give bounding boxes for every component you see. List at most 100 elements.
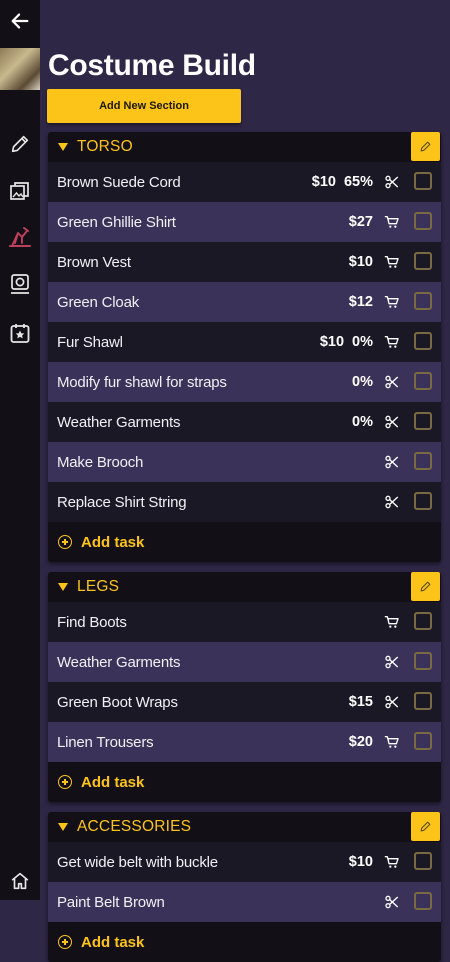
task-checkbox[interactable] — [414, 372, 432, 390]
sewing-machine-icon — [9, 227, 31, 247]
task-row[interactable]: Get wide belt with buckle $10 — [48, 842, 441, 882]
section-accessories: ACCESSORIES Get wide belt with buckle $10… — [48, 812, 441, 962]
task-name: Get wide belt with buckle — [57, 853, 218, 871]
task-checkbox[interactable] — [414, 332, 432, 350]
task-checkbox[interactable] — [414, 852, 432, 870]
nav-rail — [0, 0, 40, 900]
page-title: Costume Build — [48, 49, 256, 82]
task-row[interactable]: Replace Shirt String — [48, 482, 441, 522]
task-checkbox[interactable] — [414, 172, 432, 190]
task-checkbox[interactable] — [414, 252, 432, 270]
task-row[interactable]: Green Ghillie Shirt $27 — [48, 202, 441, 242]
scissors-icon[interactable] — [383, 693, 401, 711]
task-name: Green Ghillie Shirt — [57, 213, 176, 231]
task-price: $10 — [348, 254, 373, 270]
task-list: Brown Suede Cord $10 65% Green Ghillie Shir… — [48, 162, 441, 522]
task-name: Paint Belt Brown — [57, 893, 165, 911]
task-checkbox[interactable] — [414, 412, 432, 430]
nav-item-sewing[interactable] — [0, 219, 40, 255]
add-circle-icon — [58, 535, 72, 549]
scissors-icon[interactable] — [383, 173, 401, 191]
scissors-icon[interactable] — [383, 893, 401, 911]
task-price: $10 — [319, 334, 345, 350]
task-row[interactable]: Paint Belt Brown — [48, 882, 441, 922]
task-row[interactable]: Modify fur shawl for straps 0% — [48, 362, 441, 402]
scissors-icon[interactable] — [383, 493, 401, 511]
cart-icon[interactable] — [383, 253, 401, 271]
task-row[interactable]: Weather Garments — [48, 642, 441, 682]
scissors-icon[interactable] — [383, 373, 401, 391]
task-price: $12 — [348, 294, 373, 310]
edit-section-button[interactable] — [411, 572, 440, 601]
scissors-icon[interactable] — [383, 453, 401, 471]
task-row[interactable]: Brown Suede Cord $10 65% — [48, 162, 441, 202]
task-checkbox[interactable] — [414, 452, 432, 470]
task-row[interactable]: Brown Vest $10 — [48, 242, 441, 282]
cart-icon[interactable] — [383, 853, 401, 871]
add-task-button[interactable]: Add task — [48, 762, 441, 802]
task-values: $12 — [349, 282, 373, 322]
task-checkbox[interactable] — [414, 612, 432, 630]
task-list: Find Boots Weather Garments Green Boot Wra… — [48, 602, 441, 762]
reference-images-icon — [10, 182, 29, 200]
nav-item-photos[interactable] — [0, 266, 40, 302]
add-task-button[interactable]: Add task — [48, 922, 441, 962]
task-row[interactable]: Linen Trousers $20 — [48, 722, 441, 762]
back-arrow-icon — [11, 13, 29, 29]
nav-item-references[interactable] — [0, 173, 40, 209]
task-checkbox[interactable] — [414, 732, 432, 750]
task-name: Fur Shawl — [57, 333, 123, 351]
cart-icon[interactable] — [383, 333, 401, 351]
task-price: $27 — [348, 214, 373, 230]
task-name: Green Boot Wraps — [57, 693, 178, 711]
cart-icon[interactable] — [383, 213, 401, 231]
nav-item-events[interactable] — [0, 315, 40, 351]
task-list: Get wide belt with buckle $10 Paint Belt B… — [48, 842, 441, 922]
scissors-icon[interactable] — [383, 653, 401, 671]
cart-icon[interactable] — [383, 293, 401, 311]
task-progress: 65% — [343, 174, 373, 190]
add-task-label: Add task — [81, 533, 145, 551]
task-checkbox[interactable] — [414, 212, 432, 230]
section-title: TORSO — [77, 138, 133, 155]
task-price: $15 — [348, 694, 373, 710]
task-name: Make Brooch — [57, 453, 144, 471]
section-header[interactable]: ACCESSORIES — [48, 812, 441, 842]
add-circle-icon — [58, 935, 72, 949]
avatar[interactable] — [0, 48, 40, 90]
cart-icon[interactable] — [383, 733, 401, 751]
cart-icon[interactable] — [383, 613, 401, 631]
task-checkbox[interactable] — [414, 692, 432, 710]
task-checkbox[interactable] — [414, 492, 432, 510]
task-name: Weather Garments — [57, 413, 181, 431]
task-progress: 0% — [352, 374, 373, 390]
task-row[interactable]: Green Boot Wraps $15 — [48, 682, 441, 722]
task-values: $10 — [349, 842, 373, 882]
task-row[interactable]: Fur Shawl $10 0% — [48, 322, 441, 362]
collapse-caret-icon[interactable] — [58, 143, 68, 151]
task-row[interactable]: Make Brooch — [48, 442, 441, 482]
task-row[interactable]: Find Boots — [48, 602, 441, 642]
task-row[interactable]: Weather Garments 0% — [48, 402, 441, 442]
collapse-caret-icon[interactable] — [58, 583, 68, 591]
add-section-button[interactable]: Add New Section — [47, 89, 241, 123]
section-header[interactable]: LEGS — [48, 572, 441, 602]
collapse-caret-icon[interactable] — [58, 823, 68, 831]
task-checkbox[interactable] — [414, 292, 432, 310]
nav-item-edit[interactable] — [0, 126, 40, 162]
task-values: 0% — [352, 402, 373, 442]
add-task-button[interactable]: Add task — [48, 522, 441, 562]
task-checkbox[interactable] — [414, 892, 432, 910]
task-name: Find Boots — [57, 613, 127, 631]
scissors-icon[interactable] — [383, 413, 401, 431]
task-row[interactable]: Green Cloak $12 — [48, 282, 441, 322]
nav-item-home[interactable] — [0, 862, 40, 900]
task-price: $10 — [348, 854, 373, 870]
edit-section-button[interactable] — [411, 132, 440, 161]
calendar-star-icon — [10, 324, 30, 343]
section-header[interactable]: TORSO — [48, 132, 441, 162]
task-checkbox[interactable] — [414, 652, 432, 670]
section-title: ACCESSORIES — [77, 818, 192, 835]
back-button[interactable] — [0, 0, 40, 42]
edit-section-button[interactable] — [411, 812, 440, 841]
